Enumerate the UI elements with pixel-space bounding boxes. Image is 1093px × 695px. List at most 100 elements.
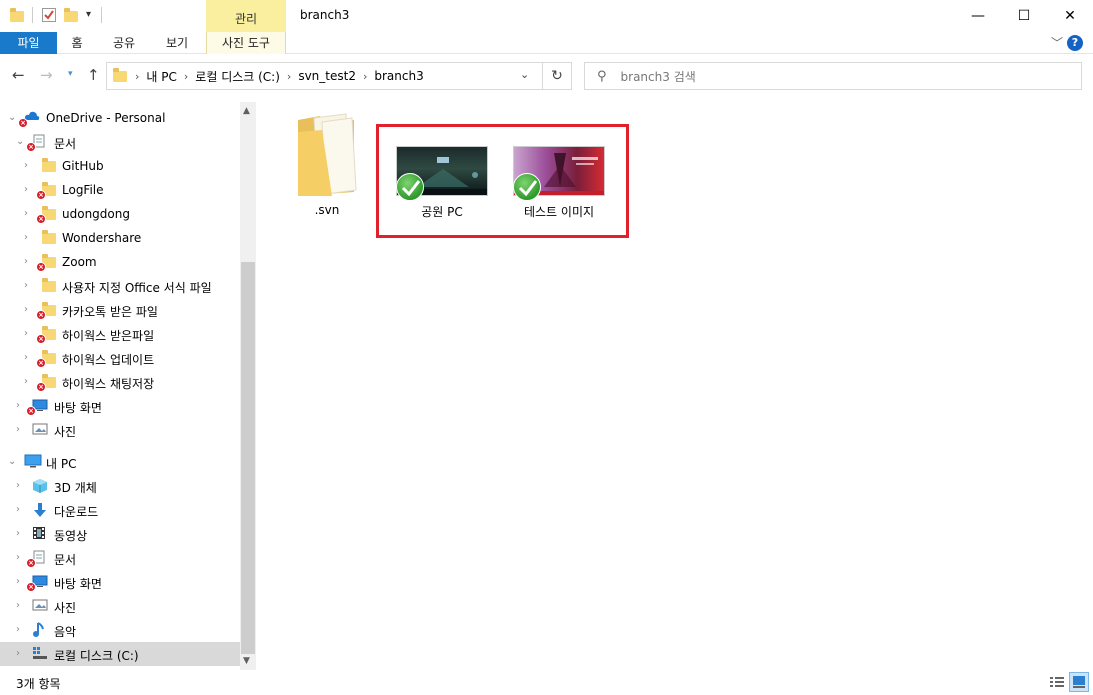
chevron-right-icon[interactable]: › bbox=[16, 400, 20, 411]
sidebar-item[interactable]: › × 바탕 화면 bbox=[0, 570, 240, 594]
search-placeholder: branch3 검색 bbox=[620, 69, 696, 84]
chevron-right-icon[interactable]: › bbox=[287, 70, 291, 83]
customize-toolbar-icon[interactable]: ▾ bbox=[86, 9, 91, 20]
tab-share[interactable]: 공유 bbox=[106, 32, 142, 54]
sidebar-item[interactable]: › 사용자 지정 Office 서식 파일 bbox=[0, 274, 240, 298]
tab-home[interactable]: 홈 bbox=[60, 32, 94, 54]
close-button[interactable]: ✕ bbox=[1047, 0, 1093, 32]
large-icons-view-icon[interactable] bbox=[1069, 672, 1089, 692]
new-folder-icon[interactable] bbox=[64, 8, 78, 22]
breadcrumb-item[interactable]: 로컬 디스크 (C:) bbox=[195, 68, 280, 85]
sidebar-item[interactable]: › Wondershare bbox=[0, 226, 240, 250]
chevron-right-icon[interactable]: › bbox=[184, 70, 188, 83]
sidebar-item[interactable]: › 3D 개체 bbox=[0, 474, 240, 498]
chevron-right-icon[interactable]: › bbox=[16, 600, 20, 611]
chevron-right-icon[interactable]: › bbox=[16, 576, 20, 587]
sidebar-item-label: 바탕 화면 bbox=[54, 401, 102, 415]
file-item-svn[interactable]: .svn bbox=[290, 112, 364, 217]
search-icon: ⚲ bbox=[597, 68, 607, 84]
error-badge-icon: × bbox=[36, 358, 46, 368]
error-badge-icon: × bbox=[26, 558, 36, 568]
status-bar: 3개 항목 bbox=[0, 670, 1093, 695]
tab-picture-tools[interactable]: 사진 도구 bbox=[206, 32, 286, 54]
chevron-down-icon[interactable]: ⌄ bbox=[8, 456, 16, 467]
sidebar-item[interactable]: ⌄ 내 PC bbox=[0, 450, 240, 474]
sidebar-item[interactable]: › × LogFile bbox=[0, 178, 240, 202]
window-title: branch3 bbox=[300, 8, 350, 22]
chevron-right-icon[interactable]: › bbox=[16, 624, 20, 635]
sidebar-item[interactable]: › × 카카오톡 받은 파일 bbox=[0, 298, 240, 322]
help-button[interactable]: ? bbox=[1067, 35, 1083, 51]
chevron-down-icon[interactable]: ⌄ bbox=[8, 112, 16, 123]
pictures-icon bbox=[32, 598, 48, 612]
chevron-right-icon[interactable]: › bbox=[24, 208, 28, 219]
chevron-right-icon[interactable]: › bbox=[24, 184, 28, 195]
breadcrumb-item[interactable]: branch3 bbox=[374, 69, 423, 83]
chevron-right-icon[interactable]: › bbox=[24, 232, 28, 243]
chevron-down-icon[interactable]: ﹀ bbox=[1051, 34, 1063, 51]
breadcrumb-item[interactable]: 내 PC bbox=[146, 68, 176, 85]
sidebar-item-label: Wondershare bbox=[62, 231, 142, 245]
sidebar-item[interactable]: › × Zoom bbox=[0, 250, 240, 274]
sidebar-item[interactable]: ⌄ × OneDrive - Personal bbox=[0, 106, 240, 130]
minimize-button[interactable]: — bbox=[955, 0, 1001, 32]
sidebar-item[interactable]: › × 하이웍스 업데이트 bbox=[0, 346, 240, 370]
chevron-right-icon[interactable]: › bbox=[16, 504, 20, 515]
chevron-right-icon[interactable]: › bbox=[135, 70, 139, 83]
address-bar[interactable]: › 내 PC › 로컬 디스크 (C:) › svn_test2 › branc… bbox=[106, 62, 572, 90]
recent-locations-icon[interactable]: ▾ bbox=[68, 69, 73, 79]
chevron-right-icon[interactable]: › bbox=[24, 256, 28, 267]
sidebar-item[interactable]: › GitHub bbox=[0, 154, 240, 178]
chevron-right-icon[interactable]: › bbox=[24, 376, 28, 387]
sidebar-item[interactable]: › 로컬 디스크 (C:) bbox=[0, 642, 240, 666]
file-item-park-pc[interactable]: 공원 PC bbox=[396, 146, 488, 222]
chevron-right-icon[interactable]: › bbox=[363, 70, 367, 83]
sidebar-item[interactable]: › 음악 bbox=[0, 618, 240, 642]
scroll-thumb[interactable] bbox=[241, 262, 255, 654]
scroll-up-icon[interactable]: ▲ bbox=[243, 106, 250, 116]
error-badge-icon: × bbox=[36, 214, 46, 224]
scroll-down-icon[interactable]: ▼ bbox=[243, 656, 250, 666]
scrollbar[interactable]: ▲ ▼ bbox=[240, 102, 256, 670]
search-input[interactable]: ⚲ branch3 검색 bbox=[584, 62, 1082, 90]
maximize-button[interactable]: ☐ bbox=[1001, 0, 1047, 32]
sidebar-item[interactable]: › 다운로드 bbox=[0, 498, 240, 522]
file-name: 테스트 이미지 bbox=[523, 205, 595, 219]
sidebar-item[interactable]: › 사진 bbox=[0, 418, 240, 442]
details-view-icon[interactable] bbox=[1047, 672, 1067, 692]
sidebar-item[interactable]: › × 바탕 화면 bbox=[0, 394, 240, 418]
context-tab-group-label: 관리 bbox=[234, 12, 258, 26]
chevron-down-icon[interactable]: ⌄ bbox=[16, 136, 24, 147]
properties-icon[interactable] bbox=[42, 8, 56, 22]
sidebar-item-label: 문서 bbox=[54, 553, 77, 567]
chevron-right-icon[interactable]: › bbox=[24, 160, 28, 171]
sidebar-item-label: LogFile bbox=[62, 183, 104, 197]
chevron-right-icon[interactable]: › bbox=[16, 424, 20, 435]
chevron-down-icon[interactable]: ⌄ bbox=[520, 68, 529, 81]
tab-file[interactable]: 파일 bbox=[0, 32, 57, 54]
chevron-right-icon[interactable]: › bbox=[24, 352, 28, 363]
chevron-right-icon[interactable]: › bbox=[16, 528, 20, 539]
chevron-right-icon[interactable]: › bbox=[16, 552, 20, 563]
chevron-right-icon[interactable]: › bbox=[24, 304, 28, 315]
sidebar-item[interactable]: › × 문서 bbox=[0, 546, 240, 570]
chevron-right-icon[interactable]: › bbox=[24, 328, 28, 339]
sidebar-item[interactable]: › 동영상 bbox=[0, 522, 240, 546]
sidebar-item[interactable]: › × 하이웍스 받은파일 bbox=[0, 322, 240, 346]
file-item-test-image[interactable]: 테스트 이미지 bbox=[513, 146, 605, 222]
breadcrumb-item[interactable]: svn_test2 bbox=[298, 69, 356, 83]
up-arrow-icon[interactable]: ↑ bbox=[87, 66, 100, 84]
sidebar-item[interactable]: › × udongdong bbox=[0, 202, 240, 226]
sidebar-item[interactable]: › × 하이웍스 채팅저장 bbox=[0, 370, 240, 394]
tab-view[interactable]: 보기 bbox=[158, 32, 196, 54]
forward-arrow-icon[interactable]: → bbox=[40, 66, 53, 84]
sidebar-item[interactable]: › 사진 bbox=[0, 594, 240, 618]
refresh-icon[interactable]: ↻ bbox=[542, 62, 572, 90]
item-count: 3개 항목 bbox=[16, 677, 61, 691]
ribbon-tabs: 파일 홈 공유 보기 사진 도구 ﹀ ? bbox=[0, 32, 1093, 54]
chevron-right-icon[interactable]: › bbox=[16, 648, 20, 659]
chevron-right-icon[interactable]: › bbox=[16, 480, 20, 491]
chevron-right-icon[interactable]: › bbox=[24, 280, 28, 291]
back-arrow-icon[interactable]: ← bbox=[12, 66, 25, 84]
sidebar-item[interactable]: ⌄ × 문서 bbox=[0, 130, 240, 154]
